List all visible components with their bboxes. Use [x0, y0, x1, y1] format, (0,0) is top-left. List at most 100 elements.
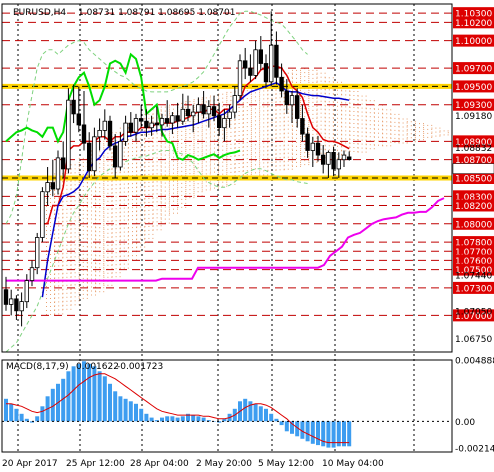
cloud-dot — [324, 125, 326, 127]
cloud-dot — [177, 212, 178, 214]
cloud-dot — [99, 191, 101, 193]
cloud-dot — [160, 173, 162, 175]
cloud-dot — [234, 159, 236, 160]
cloud-dot — [62, 240, 64, 242]
cloud-dot — [205, 137, 207, 139]
cloud-dot — [82, 281, 84, 283]
cloud-dot — [201, 97, 203, 99]
macd-histogram-bar — [108, 383, 112, 422]
cloud-dot — [222, 137, 224, 139]
cloud-dot — [283, 112, 285, 114]
cloud-dot — [300, 145, 301, 147]
cloud-dot — [185, 162, 187, 164]
cloud-dot — [173, 184, 174, 186]
cloud-dot — [181, 170, 183, 172]
cloud-dot — [111, 160, 113, 162]
cloud-dot — [58, 221, 60, 223]
cloud-dot — [144, 129, 146, 131]
cloud-dot — [431, 131, 433, 133]
bear-candle-body — [3, 289, 9, 305]
cloud-dot — [152, 229, 154, 231]
cloud-dot — [46, 294, 47, 295]
cloud-dot — [193, 107, 195, 109]
bull-candle-body — [170, 115, 175, 124]
cloud-dot — [193, 171, 195, 173]
cloud-dot — [300, 77, 301, 79]
cloud-dot — [91, 174, 92, 176]
cloud-dot — [316, 136, 318, 138]
cloud-dot — [144, 165, 146, 167]
cloud-dot — [95, 187, 97, 189]
cloud-dot — [353, 91, 355, 92]
cloud-dot — [62, 304, 64, 306]
cloud-dot — [242, 167, 244, 168]
cloud-dot — [365, 116, 367, 118]
cloud-dot — [316, 109, 318, 111]
cloud-dot — [193, 159, 195, 161]
cloud-dot — [181, 150, 183, 152]
candle — [19, 292, 24, 327]
macd-histogram-bar — [201, 417, 206, 422]
cloud-dot — [152, 165, 154, 167]
cloud-dot — [160, 137, 162, 139]
cloud-dot — [160, 110, 162, 112]
cloud-dot — [148, 189, 150, 191]
cloud-dot — [328, 117, 330, 119]
cloud-dot — [304, 116, 306, 118]
cloud-dot — [50, 314, 51, 315]
cloud-dot — [300, 141, 301, 143]
cloud-dot — [54, 285, 56, 287]
cloud-dot — [74, 248, 76, 250]
cloud-dot — [361, 95, 363, 97]
cloud-dot — [74, 264, 76, 266]
cloud-dot — [107, 256, 109, 258]
cloud-dot — [328, 101, 330, 103]
cloud-dot — [103, 216, 105, 218]
cloud-dot — [230, 171, 232, 173]
cloud-dot — [156, 141, 158, 143]
cloud-dot — [54, 193, 56, 195]
cloud-dot — [267, 105, 269, 107]
cloud-dot — [185, 169, 187, 171]
cloud-dot — [402, 126, 404, 128]
cloud-dot — [415, 127, 416, 129]
bull-candle-body — [35, 237, 40, 269]
cloud-dot — [111, 256, 113, 258]
cloud-dot — [123, 203, 125, 205]
cloud-dot — [308, 160, 310, 162]
cloud-dot — [128, 171, 129, 173]
cloud-dot — [374, 116, 375, 118]
cloud-dot — [103, 251, 105, 253]
cloud-dot — [82, 193, 84, 195]
cloud-dot — [46, 230, 47, 231]
cloud-dot — [152, 145, 154, 147]
cloud-dot — [99, 291, 101, 293]
cloud-dot — [255, 128, 256, 130]
macd-signal-value: -0.001723 — [117, 362, 163, 372]
cloud-dot — [123, 235, 125, 237]
cloud-dot — [357, 95, 359, 97]
cloud-dot — [193, 145, 195, 147]
cloud-dot — [103, 244, 105, 246]
cloud-dot — [177, 138, 179, 140]
cloud-dot — [152, 169, 154, 171]
candle — [258, 36, 263, 70]
cloud-dot — [242, 154, 244, 156]
cloud-dot — [320, 148, 322, 150]
cloud-dot — [234, 123, 236, 125]
cloud-dot — [99, 271, 101, 273]
cloud-dot — [115, 172, 117, 174]
cloud-dot — [119, 267, 121, 269]
cloud-dot — [62, 216, 64, 218]
cloud-dot — [369, 108, 371, 110]
cloud-dot — [185, 186, 187, 188]
cloud-dot — [46, 238, 47, 239]
cloud-dot — [275, 161, 277, 163]
cloud-dot — [398, 118, 400, 120]
cloud-dot — [308, 125, 310, 127]
cloud-dot — [316, 137, 318, 139]
cloud-dot — [103, 204, 105, 206]
cloud-dot — [82, 213, 84, 215]
cloud-dot — [201, 119, 203, 121]
cloud-dot — [46, 198, 47, 199]
